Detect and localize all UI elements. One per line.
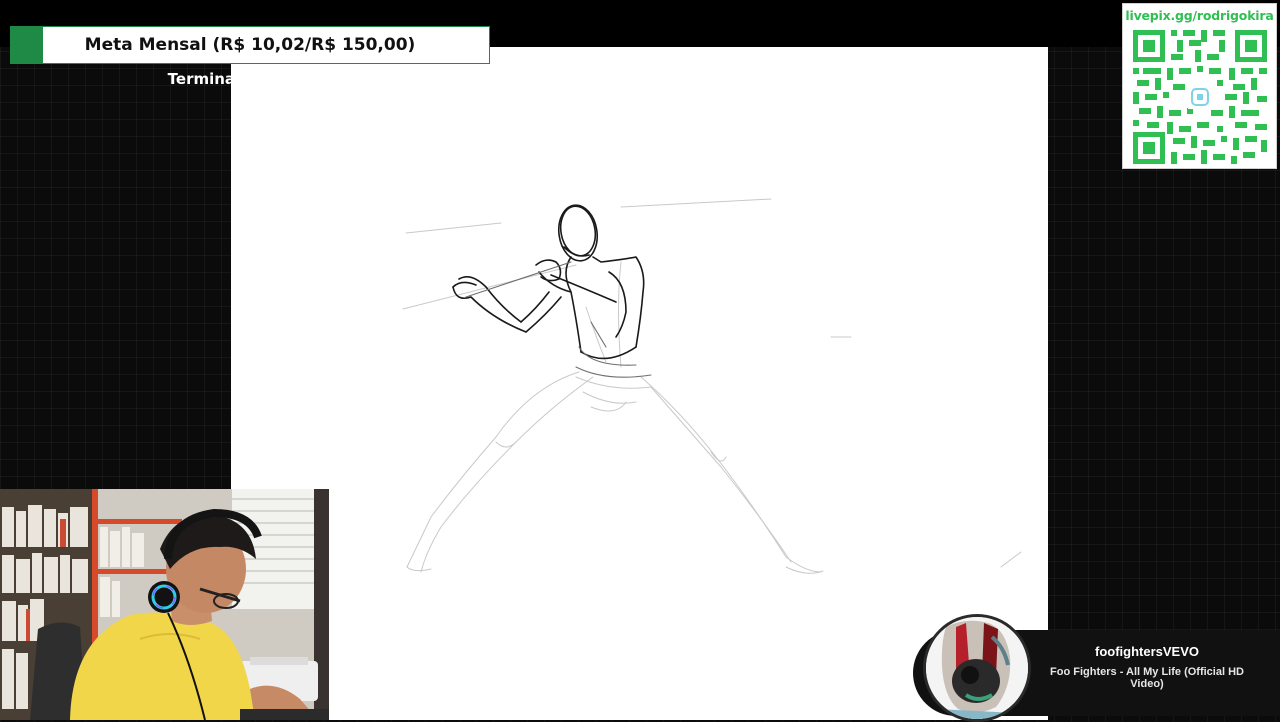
webcam-feed	[0, 489, 329, 720]
track-artist: foofightersVEVO	[1094, 644, 1199, 659]
goal-ends-rest: em 10 dias	[235, 70, 333, 88]
goal-ends-label: Termina em 10 dias	[10, 70, 490, 88]
donation-qr-panel[interactable]: livepix.gg/rodrigokira	[1122, 3, 1277, 169]
goal-ends-prefix: Termina	[167, 70, 236, 88]
track-title: Foo Fighters - All My Life (Official HD …	[1050, 666, 1244, 690]
monthly-goal-bar: Meta Mensal (R$ 10,02/R$ 150,00)	[10, 26, 490, 64]
donation-url: livepix.gg/rodrigokira	[1125, 8, 1274, 23]
qr-code-icon	[1133, 30, 1267, 164]
streamer-webcam	[0, 489, 329, 720]
album-art-image	[926, 617, 1028, 719]
goal-title: Meta Mensal (R$ 10,02/R$ 150,00)	[84, 35, 416, 55]
album-art	[923, 614, 1031, 722]
